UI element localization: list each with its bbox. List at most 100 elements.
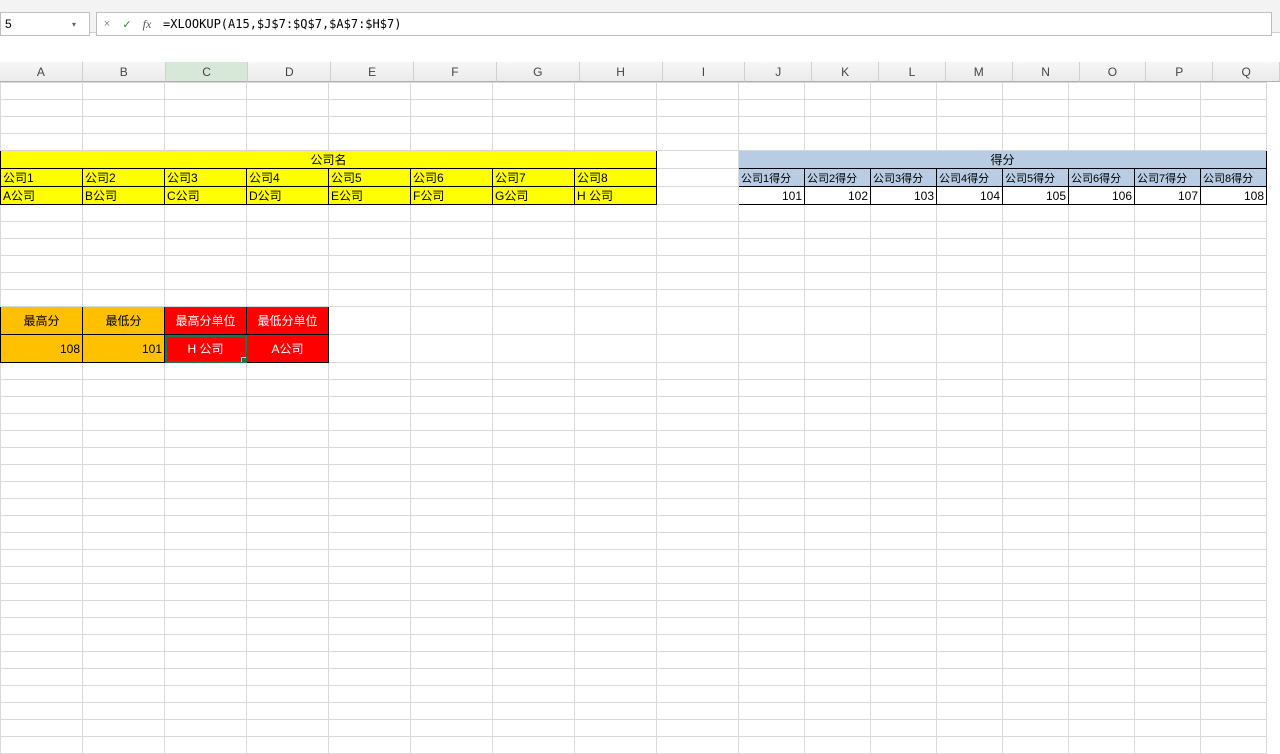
cell-M31[interactable] [937, 618, 1003, 635]
cell-Q36[interactable] [1201, 703, 1267, 720]
cell-B17[interactable] [83, 380, 165, 397]
cell-Q12[interactable] [1201, 273, 1267, 290]
cell-L28[interactable] [871, 567, 937, 584]
cell-G4[interactable] [493, 134, 575, 151]
cell-E4[interactable] [329, 134, 411, 151]
cell-E15[interactable] [329, 335, 411, 363]
cell-J32[interactable] [739, 635, 805, 652]
cell-O30[interactable] [1069, 601, 1135, 618]
cell-K27[interactable] [805, 550, 871, 567]
cell-M4[interactable] [937, 134, 1003, 151]
cell-O29[interactable] [1069, 584, 1135, 601]
cell-H13[interactable] [575, 290, 657, 307]
column-headers[interactable]: ABCDEFGHIJKLMNOPQ [0, 62, 1280, 82]
cell-D29[interactable] [247, 584, 329, 601]
cell-K3[interactable] [805, 117, 871, 134]
cell-A4[interactable] [1, 134, 83, 151]
cell-Q15[interactable] [1201, 335, 1267, 363]
cell-L6[interactable]: 公司3得分 [871, 169, 937, 187]
cell-E12[interactable] [329, 273, 411, 290]
cell-P38[interactable] [1135, 737, 1201, 754]
cell-M8[interactable] [937, 205, 1003, 222]
cell-O14[interactable] [1069, 307, 1135, 335]
cell-F38[interactable] [411, 737, 493, 754]
cell-L20[interactable] [871, 431, 937, 448]
cell-C28[interactable] [165, 567, 247, 584]
cell-G3[interactable] [493, 117, 575, 134]
cell-F14[interactable] [411, 307, 493, 335]
cell-P2[interactable] [1135, 100, 1201, 117]
cell-C26[interactable] [165, 533, 247, 550]
cell-O9[interactable] [1069, 222, 1135, 239]
cell-P27[interactable] [1135, 550, 1201, 567]
cell-D31[interactable] [247, 618, 329, 635]
cell-C23[interactable] [165, 482, 247, 499]
cell-P4[interactable] [1135, 134, 1201, 151]
cell-O3[interactable] [1069, 117, 1135, 134]
cell-B3[interactable] [83, 117, 165, 134]
cell-I15[interactable] [657, 335, 739, 363]
cell-F7[interactable]: F公司 [411, 187, 493, 205]
cell-D36[interactable] [247, 703, 329, 720]
cell-D7[interactable]: D公司 [247, 187, 329, 205]
cell-M36[interactable] [937, 703, 1003, 720]
cell-G28[interactable] [493, 567, 575, 584]
cell-J37[interactable] [739, 720, 805, 737]
cell-A38[interactable] [1, 737, 83, 754]
cell-G7[interactable]: G公司 [493, 187, 575, 205]
cell-A13[interactable] [1, 290, 83, 307]
cell-P36[interactable] [1135, 703, 1201, 720]
cell-M12[interactable] [937, 273, 1003, 290]
cell-N28[interactable] [1003, 567, 1069, 584]
cell-E14[interactable] [329, 307, 411, 335]
cell-J26[interactable] [739, 533, 805, 550]
cell-L23[interactable] [871, 482, 937, 499]
cell-F32[interactable] [411, 635, 493, 652]
cell-J34[interactable] [739, 669, 805, 686]
cell-G18[interactable] [493, 397, 575, 414]
cell-F37[interactable] [411, 720, 493, 737]
cell-F6[interactable]: 公司6 [411, 169, 493, 187]
cell-P18[interactable] [1135, 397, 1201, 414]
cell-J30[interactable] [739, 601, 805, 618]
cell-A12[interactable] [1, 273, 83, 290]
cell-G12[interactable] [493, 273, 575, 290]
cell-M28[interactable] [937, 567, 1003, 584]
cell-E25[interactable] [329, 516, 411, 533]
cell-O4[interactable] [1069, 134, 1135, 151]
cell-L32[interactable] [871, 635, 937, 652]
cell-N13[interactable] [1003, 290, 1069, 307]
cell-G37[interactable] [493, 720, 575, 737]
cell-G31[interactable] [493, 618, 575, 635]
cell-Q10[interactable] [1201, 239, 1267, 256]
cell-B28[interactable] [83, 567, 165, 584]
cell-K14[interactable] [805, 307, 871, 335]
cell-J1[interactable] [739, 83, 805, 100]
cell-Q31[interactable] [1201, 618, 1267, 635]
cell-C11[interactable] [165, 256, 247, 273]
cell-B35[interactable] [83, 686, 165, 703]
cell-N3[interactable] [1003, 117, 1069, 134]
cell-J18[interactable] [739, 397, 805, 414]
cell-P31[interactable] [1135, 618, 1201, 635]
col-header-K[interactable]: K [812, 62, 879, 82]
cell-G36[interactable] [493, 703, 575, 720]
col-header-L[interactable]: L [879, 62, 946, 82]
cell-L18[interactable] [871, 397, 937, 414]
cell-E10[interactable] [329, 239, 411, 256]
cell-Q13[interactable] [1201, 290, 1267, 307]
cell-C10[interactable] [165, 239, 247, 256]
cell-N6[interactable]: 公司5得分 [1003, 169, 1069, 187]
cell-J35[interactable] [739, 686, 805, 703]
cell-P22[interactable] [1135, 465, 1201, 482]
name-box[interactable]: ▾ [0, 12, 90, 36]
cell-L19[interactable] [871, 414, 937, 431]
cell-Q22[interactable] [1201, 465, 1267, 482]
cell-H30[interactable] [575, 601, 657, 618]
cell-M6[interactable]: 公司4得分 [937, 169, 1003, 187]
cell-M1[interactable] [937, 83, 1003, 100]
cell-G8[interactable] [493, 205, 575, 222]
cell-B33[interactable] [83, 652, 165, 669]
cell-K13[interactable] [805, 290, 871, 307]
cell-Q3[interactable] [1201, 117, 1267, 134]
